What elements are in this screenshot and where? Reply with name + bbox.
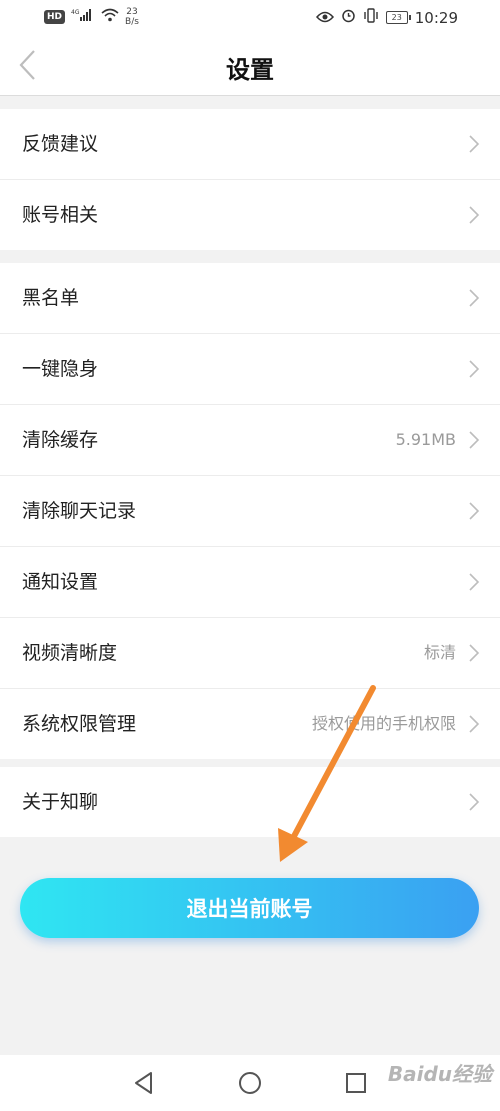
home-circle-icon[interactable] bbox=[236, 1069, 264, 1097]
logout-button[interactable]: 退出当前账号 bbox=[20, 878, 479, 938]
annotation-arrow-icon bbox=[278, 685, 376, 862]
cache-size-value: 5.91MB bbox=[395, 430, 456, 449]
status-left: HD 4G 23 B/s bbox=[44, 7, 139, 27]
chevron-right-icon bbox=[469, 135, 480, 153]
signal-label: 4G bbox=[71, 9, 80, 16]
row-label: 通知设置 bbox=[22, 571, 99, 593]
settings-row-about[interactable]: 关于知聊 bbox=[0, 767, 500, 837]
recents-square-icon[interactable] bbox=[342, 1069, 370, 1097]
back-triangle-icon[interactable] bbox=[130, 1069, 158, 1097]
row-label: 反馈建议 bbox=[22, 133, 99, 155]
chevron-right-icon bbox=[469, 360, 480, 378]
clock-time: 10:29 bbox=[414, 8, 458, 27]
settings-row-feedback[interactable]: 反馈建议 bbox=[0, 109, 500, 180]
row-label: 视频清晰度 bbox=[22, 642, 118, 664]
settings-row-notifications[interactable]: 通知设置 bbox=[0, 547, 500, 618]
chevron-right-icon bbox=[469, 502, 480, 520]
row-label: 关于知聊 bbox=[22, 791, 99, 813]
settings-row-account[interactable]: 账号相关 bbox=[0, 180, 500, 250]
battery-icon: 23 bbox=[385, 11, 411, 24]
status-bar: HD 4G 23 B/s 23 10:29 bbox=[0, 0, 500, 34]
row-label: 清除缓存 bbox=[22, 429, 99, 451]
row-label: 黑名单 bbox=[22, 287, 80, 309]
video-quality-value: 标清 bbox=[423, 643, 456, 662]
settings-group-1: 反馈建议 账号相关 bbox=[0, 109, 500, 250]
nav-bar: 设置 bbox=[0, 34, 500, 96]
row-label: 账号相关 bbox=[22, 204, 99, 226]
chevron-right-icon bbox=[469, 289, 480, 307]
settings-row-clear-chat[interactable]: 清除聊天记录 bbox=[0, 476, 500, 547]
page-title: 设置 bbox=[226, 56, 274, 84]
settings-row-video-quality[interactable]: 视频清晰度 标清 bbox=[0, 618, 500, 689]
chevron-right-icon bbox=[469, 206, 480, 224]
row-label: 一键隐身 bbox=[22, 358, 99, 380]
net-speed: 23 B/s bbox=[125, 7, 139, 27]
hd-badge: HD bbox=[44, 10, 66, 24]
watermark: Baidu经验 bbox=[387, 1062, 492, 1086]
row-label: 清除聊天记录 bbox=[22, 500, 137, 522]
net-speed-unit: B/s bbox=[125, 17, 139, 27]
settings-row-clear-cache[interactable]: 清除缓存 5.91MB bbox=[0, 405, 500, 476]
chevron-right-icon bbox=[469, 431, 480, 449]
row-label: 系统权限管理 bbox=[22, 713, 137, 735]
settings-row-invisible[interactable]: 一键隐身 bbox=[0, 334, 500, 405]
chevron-right-icon bbox=[469, 644, 480, 662]
alarm-icon bbox=[341, 8, 356, 27]
settings-group-2: 黑名单 一键隐身 清除缓存 5.91MB 清除聊天记录 通知设置 视频清晰度 标… bbox=[0, 263, 500, 759]
settings-row-permissions[interactable]: 系统权限管理 授权使用的手机权限 bbox=[0, 689, 500, 759]
wifi-icon bbox=[101, 8, 119, 26]
settings-group-3: 关于知聊 bbox=[0, 767, 500, 837]
chevron-right-icon bbox=[469, 573, 480, 591]
net-speed-value: 23 bbox=[126, 7, 138, 17]
signal-icon: 4G bbox=[71, 8, 95, 26]
status-right: 23 10:29 bbox=[315, 8, 458, 27]
vibrate-icon bbox=[363, 8, 379, 27]
settings-row-blacklist[interactable]: 黑名单 bbox=[0, 263, 500, 334]
eye-icon bbox=[315, 9, 334, 27]
chevron-right-icon bbox=[469, 793, 480, 811]
chevron-right-icon bbox=[469, 715, 480, 733]
